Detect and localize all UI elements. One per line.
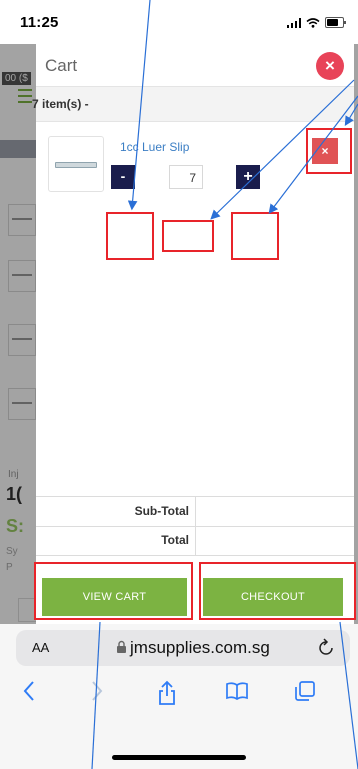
- quantity-input[interactable]: 7: [169, 165, 203, 189]
- reload-icon[interactable]: [318, 638, 334, 656]
- syringe-image: [55, 162, 97, 168]
- status-icons: [286, 17, 346, 28]
- book-icon[interactable]: [222, 680, 252, 710]
- items-count-bar: 7 item(s) -: [32, 87, 354, 122]
- remove-item-button[interactable]: ×: [312, 138, 338, 164]
- decrease-quantity-button[interactable]: -: [111, 165, 135, 189]
- chevron-left-icon[interactable]: [14, 680, 44, 710]
- battery-icon: [325, 17, 346, 28]
- share-icon[interactable]: [152, 680, 182, 710]
- chevron-right-icon[interactable]: [82, 680, 112, 710]
- tabs-icon[interactable]: [290, 680, 320, 710]
- browser-toolbar: [0, 672, 358, 769]
- subtotal-label: Sub-Total: [36, 497, 196, 526]
- address-bar[interactable]: AA jmsupplies.com.sg: [16, 630, 350, 666]
- browser-address-area: AA jmsupplies.com.sg: [0, 624, 358, 672]
- close-cart-button[interactable]: ×: [316, 52, 344, 80]
- status-time: 11:25: [20, 14, 59, 31]
- cart-panel: Cart × 7 item(s) - 1cc Luer Slip - 7 + ×…: [32, 44, 354, 624]
- total-label: Total: [36, 526, 196, 555]
- wifi-icon: [306, 18, 320, 28]
- lock-icon: [117, 640, 126, 653]
- totals-table: Sub-Total Total: [36, 496, 354, 571]
- home-indicator[interactable]: [112, 755, 246, 760]
- items-count: 7 item(s) -: [32, 97, 89, 111]
- signal-icon: [286, 18, 301, 28]
- checkout-button[interactable]: CHECKOUT: [203, 578, 343, 616]
- text-size-button[interactable]: AA: [32, 640, 49, 655]
- view-cart-button[interactable]: VIEW CART: [42, 578, 187, 616]
- product-name-link[interactable]: 1cc Luer Slip: [120, 140, 189, 154]
- status-bar: 11:25: [0, 0, 358, 44]
- product-thumbnail[interactable]: [48, 136, 104, 192]
- total-row: Total: [36, 526, 354, 556]
- screen: 11:25 00 ($ Inj 1( S: Sy P Cart × 7 item…: [0, 0, 358, 769]
- subtotal-row: Sub-Total: [36, 497, 354, 527]
- cart-title: Cart: [45, 56, 78, 75]
- increase-quantity-button[interactable]: +: [236, 165, 260, 189]
- cart-header: Cart ×: [36, 44, 354, 87]
- url-text: jmsupplies.com.sg: [130, 638, 270, 657]
